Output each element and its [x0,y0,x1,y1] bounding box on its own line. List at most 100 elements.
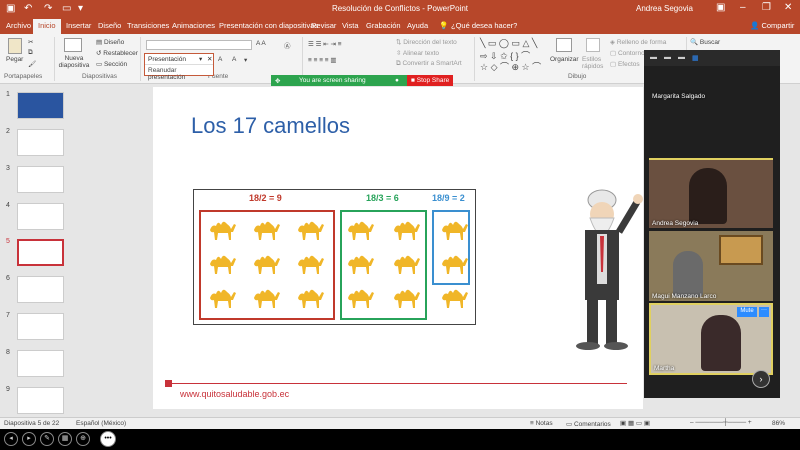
close-icon[interactable]: ✕ [784,2,792,13]
layout-button[interactable]: ▤ Diseño [96,38,124,46]
section-button[interactable]: ▭ Sección [96,60,127,68]
smartart-button[interactable]: ⧉ Convertir a SmartArt [396,60,462,68]
font-color-dropdown-icon[interactable]: ▾ [244,56,247,64]
arrange-button[interactable]: Organizar [550,56,579,63]
participant-tile[interactable]: Mute ··· Martha [649,303,773,375]
zoom-level[interactable]: 86% [772,420,785,427]
slide-thumb-7[interactable] [17,313,64,340]
arrange-icon[interactable] [556,38,572,52]
reset-button[interactable]: ↺ Restablecer [96,49,138,57]
more-button[interactable]: ··· [759,307,769,317]
gallery-view-icon[interactable]: ▦ [692,54,699,62]
camel-image[interactable]: 18/2 = 9 18/3 = 6 18/9 = 2 [193,189,476,325]
italic-icon[interactable]: A [218,56,222,63]
tab-archivo[interactable]: Archivo [6,21,31,30]
tab-inicio[interactable]: Inicio [33,19,61,34]
paste-button[interactable]: Pegar [6,56,23,63]
shape-fill-button[interactable]: ◈ Relleno de forma [610,38,666,46]
shape-effects-button[interactable]: ▢ Efectos [610,60,640,68]
tab-ayuda[interactable]: Ayuda [407,21,428,30]
zoom-slider[interactable]: – ──────┼──── + [690,419,752,426]
slide-thumb-5[interactable] [17,239,64,266]
slide-thumb-4[interactable] [17,203,64,230]
mute-button[interactable]: Mute [737,307,757,317]
tab-animaciones[interactable]: Animaciones [172,21,215,30]
stop-share-button[interactable]: ■ Stop Share [407,75,453,86]
slide-thumb-8[interactable] [17,350,64,377]
format-painter-icon[interactable]: 🖌 [28,60,36,68]
align-icons[interactable]: ≡ ≡ ≡ ≡ ▥ [308,56,337,64]
slide-thumb-6[interactable] [17,276,64,303]
next-icon[interactable]: ▸ [22,432,36,446]
text-direction-button[interactable]: ⇅ Dirección del texto [396,38,457,46]
tab-revisar[interactable]: Revisar [311,21,336,30]
tab-presentacion[interactable]: Presentación con diapositivas [219,21,318,30]
clear-format-icon[interactable]: Ⓐ [284,40,291,50]
slide-canvas[interactable]: Los 17 camellos 18/2 = 9 18/3 = 6 18/9 =… [153,87,643,409]
chevron-down-icon[interactable]: ▾ [199,55,202,63]
tell-me-search[interactable]: ¿Qué desea hacer? [451,21,517,30]
dropdown-option[interactable]: Reanudar presentación [148,67,213,81]
slide-thumb-1[interactable] [17,92,64,119]
font-name-box[interactable] [146,40,252,50]
participant-tile[interactable]: Margarita Salgado [649,80,773,100]
font-color-icon[interactable]: A [232,56,236,63]
shape-outline-button[interactable]: ▢ Contorno [610,49,645,57]
slide-thumb-9[interactable] [17,387,64,414]
new-slide-button[interactable]: Nueva diapositiva [56,55,92,69]
ribbon-display-icon[interactable]: ▣ [716,2,725,13]
slide-thumb-3[interactable] [17,166,64,193]
tab-insertar[interactable]: Insertar [66,21,91,30]
zoom-in-icon[interactable]: ⊕ [76,432,90,446]
close-icon[interactable]: ✕ [207,55,212,63]
notes-button[interactable]: ≡ Notas [530,420,553,427]
shapes-gallery-row3[interactable]: ☆ ◇ ⌒ ⊕ ☆ ⌒ [480,60,541,73]
minimize-icon[interactable]: – [740,2,746,13]
slide-title[interactable]: Los 17 camellos [191,113,350,139]
new-slide-icon[interactable] [64,38,82,52]
slide-thumb-2[interactable] [17,129,64,156]
camel-icon [344,250,376,276]
previous-icon[interactable]: ◂ [4,432,18,446]
dropdown-selected[interactable]: Presentación ▾ ✕ [145,54,213,65]
footer-url[interactable]: www.quitosaludable.gob.ec [180,389,289,399]
quick-styles-button[interactable]: Estilos rápidos [582,56,606,70]
comments-button[interactable]: ▭ Comentarios [566,420,611,428]
language[interactable]: Español (México) [76,420,126,427]
participant-name: Martha [654,365,675,372]
maximize-icon[interactable]: ❐ [762,2,771,13]
participant-tile[interactable]: Andrea Segovia [649,158,773,228]
next-page-button[interactable]: › [752,370,770,388]
slides-grid-icon[interactable]: ▦ [58,432,72,446]
old-man-illustration [576,189,643,350]
font-name-dropdown[interactable]: Presentación ▾ ✕ Reanudar presentación [144,53,214,81]
presenter-toolbar: ◂ ▸ ✎ ▦ ⊕ ••• [0,429,800,450]
more-options-icon[interactable]: ••• [100,431,116,447]
tab-grabacion[interactable]: Grabación [366,21,401,30]
view-toggle-icon-2[interactable]: ▬ [664,54,671,61]
tab-transiciones[interactable]: Transiciones [127,21,169,30]
normal-view-icon[interactable]: ▣ ▦ ▭ ▣ [620,419,650,427]
paste-icon[interactable] [8,38,22,54]
view-toggle-icon[interactable]: ▬ [650,54,657,61]
share-button[interactable]: 👤 Compartir [750,21,794,30]
copy-icon[interactable]: ⧉ [28,49,33,57]
cut-icon[interactable]: ✂ [28,38,33,46]
tab-diseno[interactable]: Diseño [98,21,121,30]
align-text-button[interactable]: ⇳ Alinear texto [396,49,439,57]
participant-tile[interactable]: Magui Manzano Larco [649,231,773,301]
zoom-panel-header[interactable]: ▬ ▬ ▬ ▦ [644,50,780,66]
smartart-label: Convertir a SmartArt [402,60,462,67]
pen-icon[interactable]: ✎ [40,432,54,446]
footer-marker [165,380,172,387]
find-button[interactable]: 🔍 Buscar [690,38,720,46]
bullets-icon[interactable]: ☰ ☰ ⇤ ⇥ ≡ [308,40,342,48]
user-name[interactable]: Andrea Segovia [636,4,693,13]
participant-video [689,168,727,224]
shapes-gallery[interactable]: ╲ ▭ ◯ ▭ △ ╲ [480,38,537,49]
tab-vista[interactable]: Vista [342,21,359,30]
quick-styles-icon[interactable] [586,38,600,52]
view-toggle-icon-3[interactable]: ▬ [678,54,685,61]
grow-font-icon[interactable]: A A [256,40,266,47]
handle-icon[interactable]: ✥ [275,77,280,85]
